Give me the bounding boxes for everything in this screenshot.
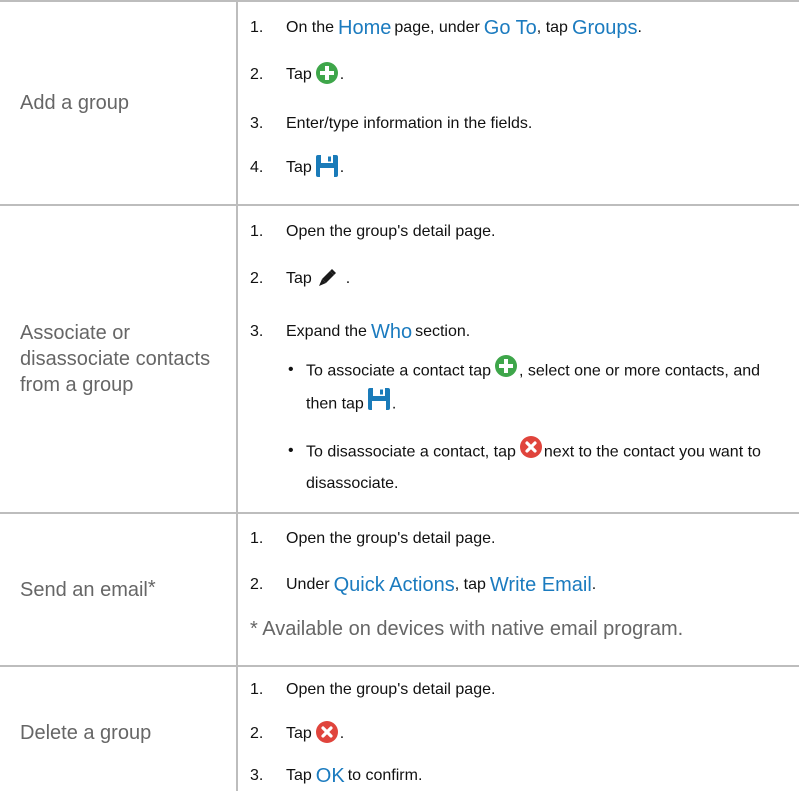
bullet-item: • To disassociate a contact, tap next to … — [250, 436, 770, 499]
step: 2. Tap . — [250, 264, 795, 294]
step: 1. On the Home page, under Go To , tap G… — [250, 16, 642, 40]
task-label: Delete a group — [20, 722, 152, 744]
step: 2. Under Quick Actions , tap Write Email… — [250, 573, 597, 597]
footnote: * Available on devices with native email… — [250, 617, 684, 640]
add-icon — [495, 355, 517, 388]
step: 3. Tap OK to confirm. — [250, 764, 423, 788]
instructions-table: Add a group 1. On the Home page, under G… — [0, 0, 799, 791]
task-label: Add a group — [20, 92, 129, 114]
table-row: Delete a group 1. Open the group's detai… — [0, 667, 799, 791]
write-email-link[interactable]: Write Email — [490, 574, 592, 597]
step: 3. Expand the Who section. — [250, 320, 471, 344]
step: 2. Tap . — [250, 60, 795, 90]
add-icon — [315, 61, 338, 89]
go-to-link[interactable]: Go To — [484, 17, 537, 40]
task-label: Send an email * — [20, 576, 156, 601]
table-row: Send an email * 1. Open the group's detai… — [0, 514, 799, 665]
step: 3. Enter/type information in the fields. — [250, 115, 533, 132]
task-label: Associate or disassociate contacts from … — [20, 322, 211, 396]
step: 1. Open the group's detail page. — [250, 223, 496, 240]
delete-icon — [519, 436, 542, 469]
delete-icon — [315, 720, 338, 748]
step: 2. Tap . — [250, 719, 795, 749]
bullet-item: • To associate a contact tap, select one… — [250, 355, 770, 421]
step: 4. Tap . — [250, 153, 795, 183]
step: 1. Open the group's detail page. — [250, 530, 496, 547]
edit-icon — [316, 266, 338, 293]
ok-link[interactable]: OK — [316, 765, 345, 788]
home-link[interactable]: Home — [338, 17, 391, 40]
save-icon — [367, 388, 390, 421]
quick-actions-link[interactable]: Quick Actions — [334, 574, 455, 597]
save-icon — [315, 154, 338, 182]
table-row: Add a group 1. On the Home page, under G… — [0, 2, 799, 204]
who-link[interactable]: Who — [371, 321, 412, 344]
table-row: Associate or disassociate contacts from … — [0, 206, 799, 512]
step: 1. Open the group's detail page. — [250, 681, 496, 698]
groups-link[interactable]: Groups — [572, 17, 638, 40]
